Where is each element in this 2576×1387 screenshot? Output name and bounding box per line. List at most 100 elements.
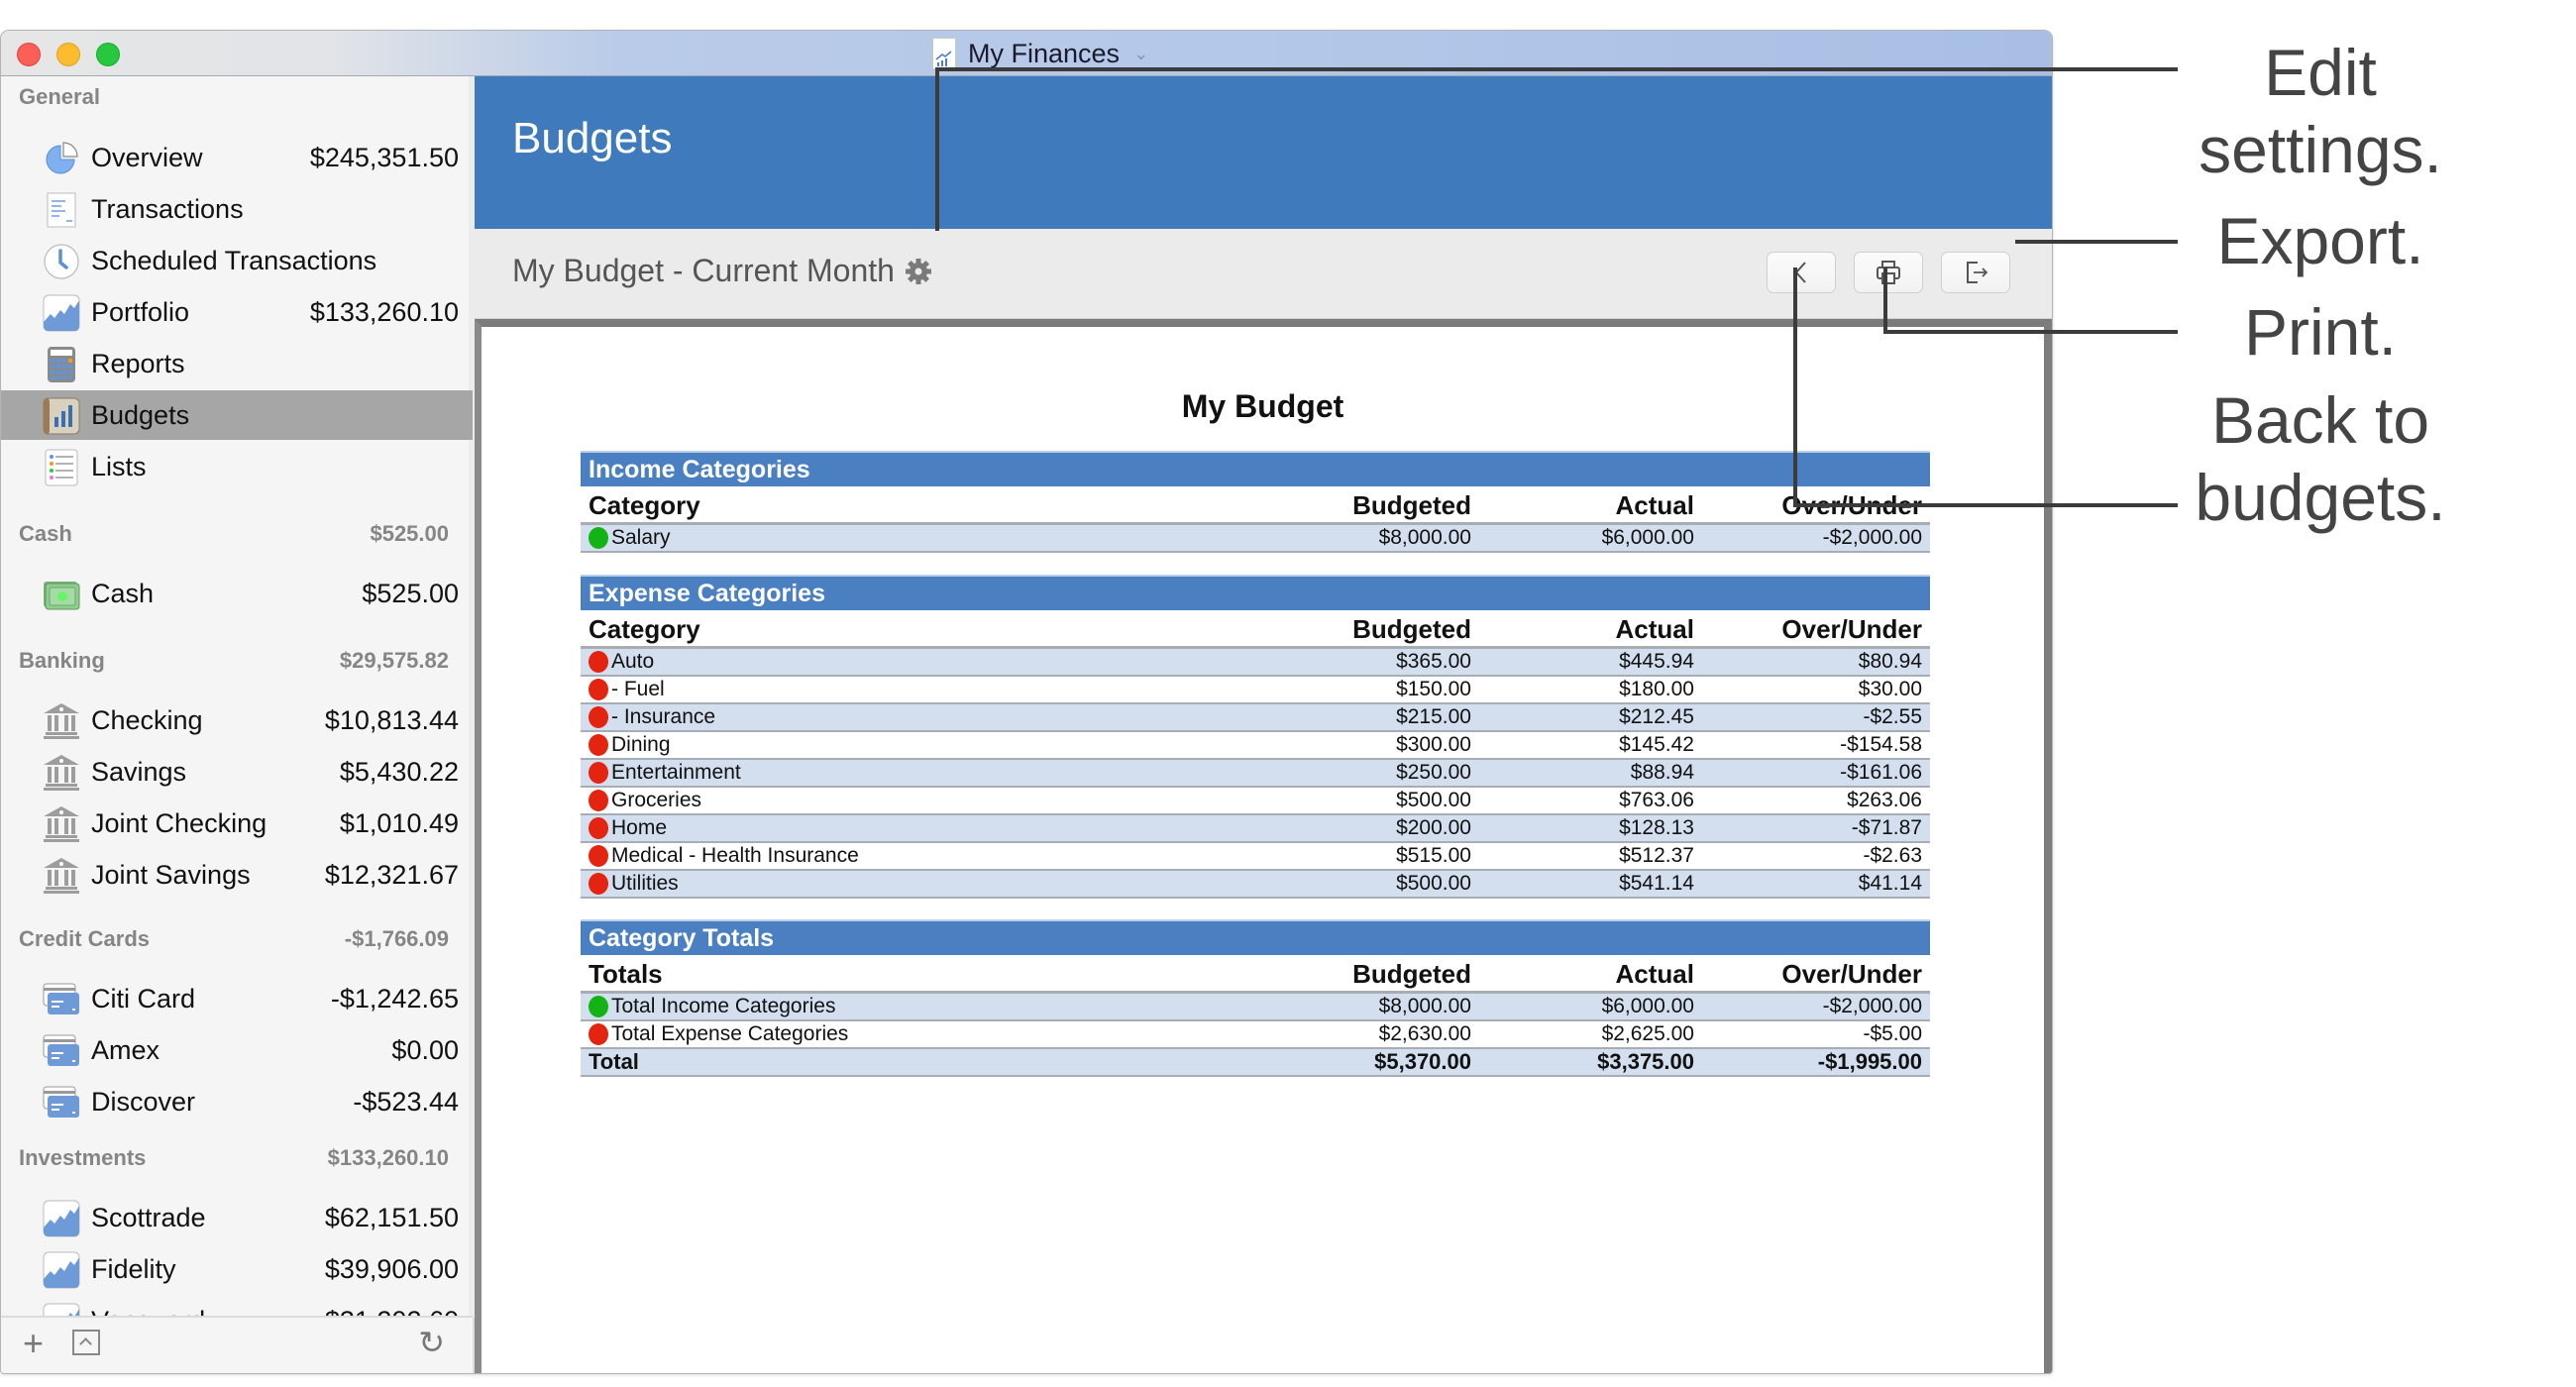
sidebar-item-label: Scheduled Transactions [91,245,377,275]
sidebar-item-cash[interactable]: Cash $525.00 [1,569,473,618]
status-dot-icon [589,1023,608,1045]
column-header: Category [581,486,1276,525]
column-headers: Category Budgeted Actual Over/Under [581,486,1930,525]
total-label: Total [581,1048,1276,1077]
sidebar-item-transactions[interactable]: Transactions [1,184,473,234]
actual-cell: $2,625.00 [1479,1020,1702,1049]
sidebar-item-amex[interactable]: Amex $0.00 [1,1025,473,1075]
over-under-cell: $41.14 [1702,870,1930,899]
category-name: Dining [611,733,671,756]
sidebar-item-label: Joint Savings [91,859,251,890]
refresh-button[interactable]: ↻ [418,1324,445,1361]
sidebar-item-savings[interactable]: Savings $5,430.22 [1,747,473,797]
print-button[interactable] [1854,252,1923,293]
column-headers: Totals Budgeted Actual Over/Under [581,955,1930,994]
sidebar-section-banking[interactable]: Banking $29,575.82 [19,646,449,676]
section-title: Category Totals [581,919,1930,955]
over-under-cell: -$161.06 [1702,759,1930,788]
category-cell: Dining [581,731,1276,760]
budgeted-cell: $300.00 [1276,731,1479,760]
sidebar-item-label: Reports [91,348,185,378]
category-name: Home [611,816,668,839]
category-name: Groceries [611,789,702,811]
sidebar-item-label: Joint Checking [91,807,268,838]
category-name: Total Income Categories [611,995,836,1017]
sidebar-item-checking[interactable]: Checking $10,813.44 [1,695,473,745]
close-window-button[interactable] [17,43,41,66]
sidebar-item-label: Savings [91,756,187,787]
over-under-cell: -$71.87 [1702,814,1930,843]
sidebar-item-label: Budgets [91,399,190,430]
minimize-window-button[interactable] [56,43,80,66]
column-header: Totals [581,955,1276,994]
sidebar-section-investments[interactable]: Investments $133,260.10 [19,1143,449,1173]
column-header: Actual [1479,610,1702,649]
sidebar-item-budgets[interactable]: Budgets [1,390,473,440]
collapse-sidebar-button[interactable] [72,1330,100,1355]
over-under-cell: -$2,000.00 [1702,992,1930,1021]
sidebar-item-joint-savings[interactable]: Joint Savings $12,321.67 [1,850,473,900]
callout-line-print [1883,330,2178,334]
category-cell: Entertainment [581,759,1276,788]
sidebar-item-portfolio[interactable]: Portfolio $133,260.10 [1,287,473,337]
export-button[interactable] [1941,252,2010,293]
table-row: Groceries $500.00 $763.06 $263.06 [581,787,1930,815]
report-title: My Budget [1181,388,1344,424]
expense-rows: Auto $365.00 $445.94 $80.94 - Fuel $150.00 $18… [581,647,1930,899]
main-content: Budgets My Budget - Current Month My Bud… [475,76,2052,1373]
sidebar-item-reports[interactable]: Reports [1,339,473,388]
gear-icon[interactable] [905,258,932,285]
sidebar-item-fidelity[interactable]: Fidelity $39,906.00 [1,1244,473,1294]
category-cell: Auto [581,647,1276,677]
portfolio-chart-icon [43,294,80,332]
sidebar-item-scheduled-transactions[interactable]: Scheduled Transactions [1,236,473,285]
budgeted-cell: $8,000.00 [1276,992,1479,1021]
actual-cell: $212.45 [1479,703,1702,732]
sidebar-section-general[interactable]: General [19,82,449,112]
table-row: - Fuel $150.00 $180.00 $30.00 [581,676,1930,704]
sidebar-section-credit-cards[interactable]: Credit Cards -$1,766.09 [19,924,449,954]
sidebar-item-discover[interactable]: Discover -$523.44 [1,1077,473,1126]
receipt-icon [43,191,80,229]
sidebar-item-label: Fidelity [91,1253,176,1284]
budget-name: My Budget - Current Month [512,253,895,288]
budget-report: My Budget Income Categories Category Bud… [475,319,2052,1373]
sidebar-item-joint-checking[interactable]: Joint Checking $1,010.49 [1,799,473,848]
section-total: $525.00 [370,521,449,546]
back-to-budgets-button[interactable] [1767,252,1836,293]
budget-selector[interactable]: My Budget - Current Month [512,253,932,289]
sidebar-item-label: Citi Card [91,983,196,1014]
table-row: Salary $8,000.00 $6,000.00 -$2,000.00 [581,523,1930,553]
budgeted-cell: $200.00 [1276,814,1479,843]
add-account-button[interactable]: + [23,1326,44,1361]
sidebar-item-amount: $10,813.44 [324,704,459,735]
sidebar-item-citi-card[interactable]: Citi Card -$1,242.65 [1,974,473,1023]
actual-cell: $541.14 [1479,870,1702,899]
status-dot-icon [589,873,608,895]
bank-icon [43,857,80,895]
category-name: Entertainment [611,761,741,784]
status-dot-icon [589,679,608,700]
column-header: Budgeted [1276,486,1479,525]
investment-icon [43,1251,80,1289]
income-rows: Salary $8,000.00 $6,000.00 -$2,000.00 [581,523,1930,553]
sidebar-item-amount: $133,260.10 [309,296,459,327]
sidebar-section-cash[interactable]: Cash $525.00 [19,519,449,549]
table-row: Auto $365.00 $445.94 $80.94 [581,647,1930,677]
sidebar-item-label: Discover [91,1086,196,1117]
sidebar-item-scottrade[interactable]: Scottrade $62,151.50 [1,1193,473,1242]
zoom-window-button[interactable] [96,43,120,66]
sidebar-item-lists[interactable]: Lists [1,442,473,491]
sidebar-item-overview[interactable]: Overview $245,351.50 [1,133,473,182]
budgeted-cell: $2,630.00 [1276,1020,1479,1049]
over-under-cell: $30.00 [1702,676,1930,704]
callout-line-export [2015,240,2178,244]
budgeted-cell: $500.00 [1276,787,1479,815]
cash-icon [43,576,80,613]
printer-icon [1877,261,1900,284]
callout-back-to-budgets: Back to budgets. [2195,383,2446,534]
sidebar-item-amount: -$523.44 [353,1086,459,1117]
table-row: - Insurance $215.00 $212.45 -$2.55 [581,703,1930,732]
actual-cell: $180.00 [1479,676,1702,704]
column-header: Over/Under [1702,610,1930,649]
